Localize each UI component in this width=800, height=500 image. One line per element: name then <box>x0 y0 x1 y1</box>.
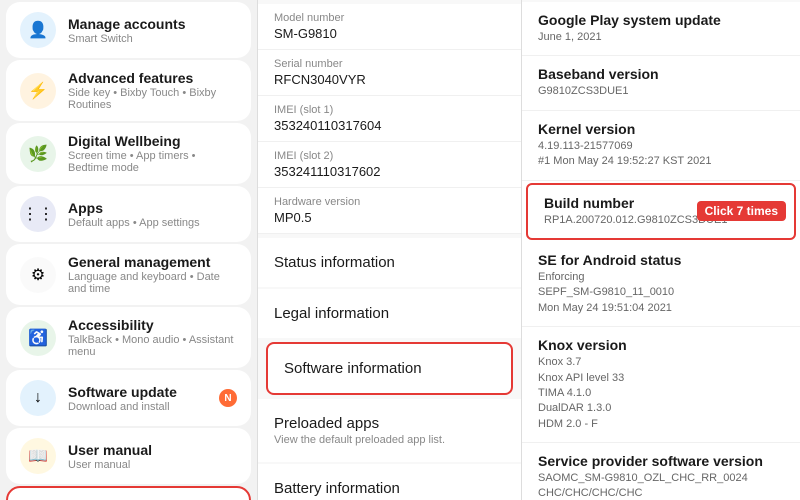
knox-version-subtitle: Knox 3.7 Knox API level 33 TIMA 4.1.0 Du… <box>538 355 784 432</box>
advanced-features-title: Advanced features <box>68 70 237 86</box>
general-management-title: General management <box>68 254 237 270</box>
legal-info-label: Legal information <box>274 305 505 322</box>
accessibility-subtitle: TalkBack • Mono audio • Assistant menu <box>68 334 237 358</box>
google-play-update-title: Google Play system update <box>538 12 784 28</box>
right-item-google-play-update: Google Play system update June 1, 2021 <box>522 2 800 56</box>
info-row: Model number SM-G9810 <box>258 4 521 50</box>
software-update-badge: N <box>219 389 237 407</box>
kernel-version-subtitle: 4.19.113-21577069 #1 Mon May 24 19:52:27… <box>538 139 784 170</box>
software-update-title: Software update <box>68 384 177 400</box>
general-management-icon: ⚙ <box>20 257 56 293</box>
info-value: 353241110317602 <box>274 164 505 179</box>
manage-accounts-title: Manage accounts <box>68 16 185 32</box>
se-android-status-title: SE for Android status <box>538 252 784 268</box>
general-management-subtitle: Language and keyboard • Date and time <box>68 271 237 295</box>
manage-accounts-subtitle: Smart Switch <box>68 33 185 45</box>
baseband-version-title: Baseband version <box>538 66 784 82</box>
sidebar-item-user-manual[interactable]: 📖 User manualUser manual <box>6 428 251 484</box>
right-item-knox-version: Knox version Knox 3.7 Knox API level 33 T… <box>522 327 800 443</box>
sidebar-item-manage-accounts[interactable]: 👤 Manage accountsSmart Switch <box>6 2 251 58</box>
mid-menu-item-preloaded-apps[interactable]: Preloaded apps View the default preloaded… <box>258 399 521 462</box>
preloaded-apps-label: Preloaded apps <box>274 415 505 432</box>
apps-icon: ⋮⋮ <box>20 196 56 232</box>
service-provider-version-subtitle: SAOMC_SM-G9810_OZL_CHC_RR_0024 CHC/CHC/C… <box>538 471 784 500</box>
info-value: 353240110317604 <box>274 118 505 133</box>
kernel-version-title: Kernel version <box>538 121 784 137</box>
info-row: Serial number RFCN3040VYR <box>258 50 521 96</box>
user-manual-subtitle: User manual <box>68 459 152 471</box>
accessibility-icon: ♿ <box>20 320 56 356</box>
mid-menu-item-software-info[interactable]: Software information <box>266 342 513 395</box>
knox-version-title: Knox version <box>538 337 784 353</box>
info-value: MP0.5 <box>274 210 505 225</box>
mid-menu-item-battery-info[interactable]: Battery information <box>258 464 521 500</box>
baseband-version-subtitle: G9810ZCS3DUE1 <box>538 84 784 99</box>
advanced-features-subtitle: Side key • Bixby Touch • Bixby Routines <box>68 87 237 111</box>
info-value: SM-G9810 <box>274 26 505 41</box>
digital-wellbeing-icon: 🌿 <box>20 136 56 172</box>
right-section: Google Play system update June 1, 2021 Bas… <box>522 2 800 500</box>
sidebar-item-about-phone[interactable]: ℹAbout phoneStatus • Legal information •… <box>6 486 251 500</box>
mid-menu-item-legal-info[interactable]: Legal information <box>258 289 521 338</box>
info-label: Serial number <box>274 58 505 70</box>
sidebar-item-general-management[interactable]: ⚙ General managementLanguage and keyboard… <box>6 244 251 305</box>
info-row: IMEI (slot 1) 353240110317604 <box>258 96 521 142</box>
user-manual-title: User manual <box>68 442 152 458</box>
software-info-label: Software information <box>284 360 495 377</box>
battery-info-label: Battery information <box>274 480 505 497</box>
accessibility-title: Accessibility <box>68 317 237 333</box>
right-panel: Google Play system update June 1, 2021 Bas… <box>522 0 800 500</box>
user-manual-icon: 📖 <box>20 438 56 474</box>
build-number-click-badge: Click 7 times <box>697 201 786 221</box>
google-play-update-subtitle: June 1, 2021 <box>538 30 784 45</box>
service-provider-version-title: Service provider software version <box>538 453 784 469</box>
sidebar-item-software-update[interactable]: ↓ Software updateDownload and install N <box>6 370 251 426</box>
manage-accounts-icon: 👤 <box>20 12 56 48</box>
sidebar-item-digital-wellbeing[interactable]: 🌿 Digital WellbeingScreen time • App time… <box>6 123 251 184</box>
digital-wellbeing-title: Digital Wellbeing <box>68 133 237 149</box>
device-info-section: Model number SM-G9810 Serial number RFCN304… <box>258 4 521 234</box>
sidebar-item-advanced-features[interactable]: ⚡ Advanced featuresSide key • Bixby Touch… <box>6 60 251 121</box>
software-update-subtitle: Download and install <box>68 401 177 413</box>
info-row: Hardware version MP0.5 <box>258 188 521 234</box>
se-android-status-subtitle: Enforcing SEPF_SM-G9810_11_0010 Mon May … <box>538 270 784 316</box>
right-item-kernel-version: Kernel version 4.19.113-21577069 #1 Mon M… <box>522 111 800 181</box>
mid-menu-item-status-info[interactable]: Status information <box>258 238 521 287</box>
apps-subtitle: Default apps • App settings <box>68 217 200 229</box>
info-row: IMEI (slot 2) 353241110317602 <box>258 142 521 188</box>
left-panel: 👤 Manage accountsSmart Switch ⚡ Advanced fe… <box>0 0 258 500</box>
sidebar-item-accessibility[interactable]: ♿ AccessibilityTalkBack • Mono audio • As… <box>6 307 251 368</box>
info-label: Model number <box>274 12 505 24</box>
right-item-service-provider-version: Service provider software version SAOMC_S… <box>522 443 800 500</box>
info-label: Hardware version <box>274 196 505 208</box>
advanced-features-icon: ⚡ <box>20 73 56 109</box>
info-label: IMEI (slot 1) <box>274 104 505 116</box>
preloaded-apps-subtitle: View the default preloaded app list. <box>274 434 505 446</box>
software-update-icon: ↓ <box>20 380 56 416</box>
middle-panel: Model number SM-G9810 Serial number RFCN304… <box>258 0 522 500</box>
right-item-baseband-version: Baseband version G9810ZCS3DUE1 <box>522 56 800 110</box>
right-item-build-number[interactable]: Build numberRP1A.200720.012.G9810ZCS3DUE… <box>526 183 796 240</box>
status-info-label: Status information <box>274 254 505 271</box>
right-item-se-android-status: SE for Android status Enforcing SEPF_SM-G… <box>522 242 800 327</box>
apps-title: Apps <box>68 200 200 216</box>
digital-wellbeing-subtitle: Screen time • App timers • Bedtime mode <box>68 150 237 174</box>
info-value: RFCN3040VYR <box>274 72 505 87</box>
info-label: IMEI (slot 2) <box>274 150 505 162</box>
sidebar-item-apps[interactable]: ⋮⋮ AppsDefault apps • App settings <box>6 186 251 242</box>
